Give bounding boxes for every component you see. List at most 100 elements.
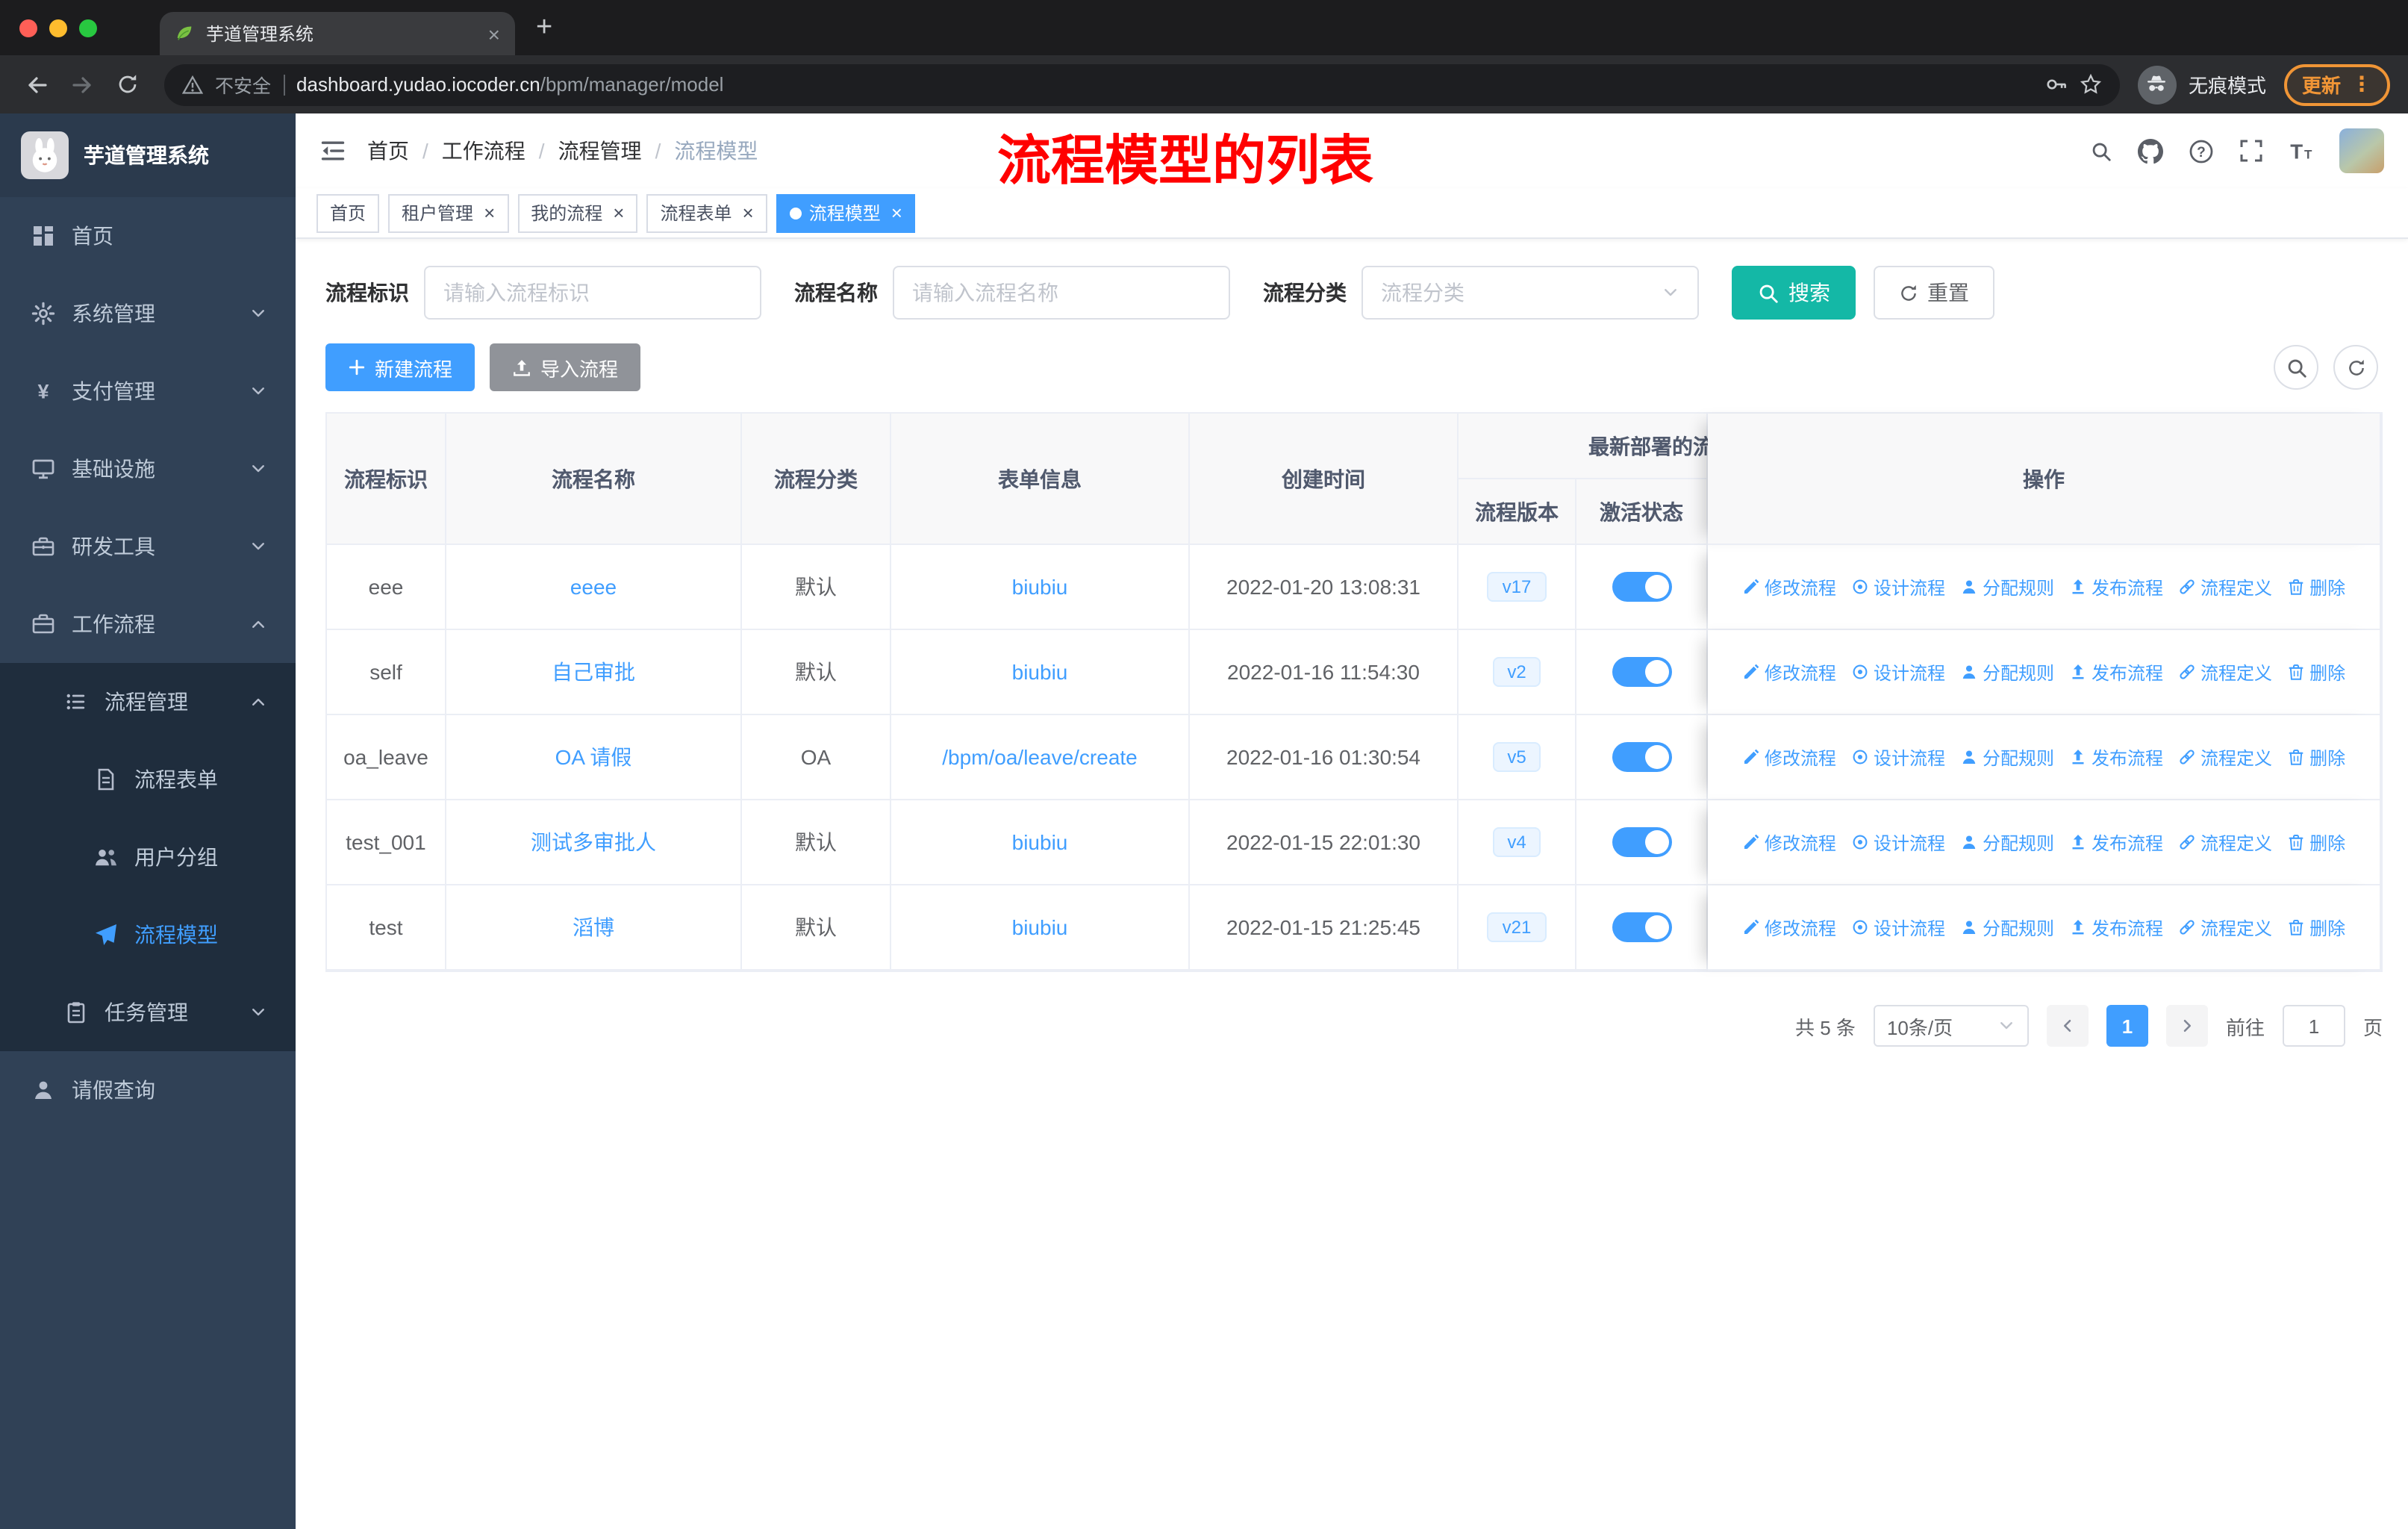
tab-close-icon[interactable]: ×	[488, 22, 500, 46]
update-button[interactable]: 更新 ⋮	[2283, 63, 2390, 105]
url-text[interactable]: dashboard.yudao.iocoder.cn/bpm/manager/m…	[296, 73, 2033, 96]
breadcrumb-item[interactable]: 工作流程	[442, 136, 525, 166]
active-toggle[interactable]	[1612, 572, 1671, 602]
tag-close-icon[interactable]: ×	[613, 202, 624, 224]
action-assign-rule[interactable]: 分配规则	[1960, 659, 2054, 685]
tag-process-model[interactable]: 流程模型 ×	[776, 193, 916, 232]
create-process-button[interactable]: 新建流程	[325, 343, 475, 391]
forward-button[interactable]	[63, 65, 102, 104]
process-name-link[interactable]: OA 请假	[555, 742, 632, 772]
action-assign-rule[interactable]: 分配规则	[1960, 915, 2054, 940]
action-modify[interactable]: 修改流程	[1742, 829, 1836, 855]
action-assign-rule[interactable]: 分配规则	[1960, 574, 2054, 600]
reset-button[interactable]: 重置	[1874, 266, 1994, 320]
version-badge[interactable]: v21	[1487, 912, 1547, 942]
sidebar-item-devtools[interactable]: 研发工具	[0, 508, 296, 585]
action-publish[interactable]: 发布流程	[2069, 915, 2163, 940]
action-assign-rule[interactable]: 分配规则	[1960, 829, 2054, 855]
app-logo[interactable]: 芋道管理系统	[0, 113, 296, 197]
sidebar-item-user-group[interactable]: 用户分组	[0, 818, 296, 896]
process-key-input[interactable]	[424, 266, 761, 320]
window-close-button[interactable]	[19, 19, 37, 37]
action-definition[interactable]: 流程定义	[2178, 574, 2272, 600]
tag-home[interactable]: 首页	[316, 193, 380, 232]
window-minimize-button[interactable]	[49, 19, 67, 37]
action-definition[interactable]: 流程定义	[2178, 915, 2272, 940]
process-name-link[interactable]: 自己审批	[552, 657, 635, 687]
action-modify[interactable]: 修改流程	[1742, 659, 1836, 685]
sidebar-item-process-model[interactable]: 流程模型	[0, 896, 296, 974]
page-size-select[interactable]: 10条/页	[1873, 1005, 2029, 1047]
new-tab-button[interactable]: +	[536, 11, 552, 44]
action-definition[interactable]: 流程定义	[2178, 744, 2272, 770]
sidebar-item-task-management[interactable]: 任务管理	[0, 974, 296, 1051]
sidebar-item-payment[interactable]: ¥ 支付管理	[0, 352, 296, 430]
breadcrumb-item[interactable]: 流程管理	[558, 136, 642, 166]
goto-page-input[interactable]	[2282, 1005, 2345, 1047]
action-definition[interactable]: 流程定义	[2178, 829, 2272, 855]
action-design[interactable]: 设计流程	[1851, 829, 1945, 855]
sidebar-item-infrastructure[interactable]: 基础设施	[0, 430, 296, 508]
version-badge[interactable]: v17	[1487, 572, 1547, 602]
action-delete[interactable]: 删除	[2287, 574, 2345, 600]
tag-close-icon[interactable]: ×	[743, 202, 754, 224]
tag-tenant-management[interactable]: 租户管理 ×	[388, 193, 509, 232]
process-name-link[interactable]: eeee	[570, 575, 617, 599]
form-info-link[interactable]: biubiu	[1012, 830, 1068, 854]
action-delete[interactable]: 删除	[2287, 659, 2345, 685]
search-button[interactable]: 搜索	[1732, 266, 1856, 320]
back-button[interactable]	[18, 65, 57, 104]
form-info-link[interactable]: biubiu	[1012, 575, 1068, 599]
action-design[interactable]: 设计流程	[1851, 915, 1945, 940]
window-zoom-button[interactable]	[79, 19, 97, 37]
page-number-button[interactable]: 1	[2106, 1005, 2148, 1047]
import-process-button[interactable]: 导入流程	[490, 343, 641, 391]
search-icon[interactable]	[2090, 140, 2112, 162]
toggle-search-button[interactable]	[2274, 345, 2318, 390]
form-info-link[interactable]: biubiu	[1012, 660, 1068, 684]
active-toggle[interactable]	[1612, 742, 1671, 772]
user-avatar[interactable]	[2339, 128, 2384, 173]
refresh-table-button[interactable]	[2333, 345, 2378, 390]
action-delete[interactable]: 删除	[2287, 915, 2345, 940]
action-publish[interactable]: 发布流程	[2069, 659, 2163, 685]
sidebar-item-system[interactable]: 系统管理	[0, 275, 296, 352]
sidebar-item-home[interactable]: 首页	[0, 197, 296, 275]
tag-my-process[interactable]: 我的流程 ×	[517, 193, 638, 232]
action-delete[interactable]: 删除	[2287, 829, 2345, 855]
action-publish[interactable]: 发布流程	[2069, 829, 2163, 855]
prev-page-button[interactable]	[2046, 1005, 2089, 1047]
action-modify[interactable]: 修改流程	[1742, 744, 1836, 770]
form-info-link[interactable]: biubiu	[1012, 915, 1068, 939]
key-icon[interactable]	[2045, 73, 2068, 96]
action-publish[interactable]: 发布流程	[2069, 744, 2163, 770]
process-name-input[interactable]	[893, 266, 1230, 320]
action-delete[interactable]: 删除	[2287, 744, 2345, 770]
process-name-link[interactable]: 测试多审批人	[531, 827, 656, 857]
action-modify[interactable]: 修改流程	[1742, 574, 1836, 600]
version-badge[interactable]: v5	[1492, 742, 1541, 772]
breadcrumb-item[interactable]: 流程模型	[674, 136, 758, 166]
action-design[interactable]: 设计流程	[1851, 744, 1945, 770]
sidebar-item-leave-query[interactable]: 请假查询	[0, 1051, 296, 1129]
action-assign-rule[interactable]: 分配规则	[1960, 744, 2054, 770]
sidebar-item-process-form[interactable]: 流程表单	[0, 741, 296, 818]
sidebar-toggle-icon[interactable]	[319, 137, 346, 164]
browser-tab[interactable]: 芋道管理系统 ×	[160, 12, 515, 55]
github-icon[interactable]	[2138, 138, 2163, 164]
process-name-link[interactable]: 滔博	[573, 912, 614, 942]
fullscreen-icon[interactable]	[2239, 139, 2263, 163]
action-modify[interactable]: 修改流程	[1742, 915, 1836, 940]
help-icon[interactable]: ?	[2189, 138, 2214, 164]
bookmark-star-icon[interactable]	[2080, 73, 2102, 96]
tag-close-icon[interactable]: ×	[484, 202, 495, 224]
font-size-icon[interactable]: TT	[2289, 138, 2314, 164]
reload-button[interactable]	[107, 65, 146, 104]
active-toggle[interactable]	[1612, 827, 1671, 857]
breadcrumb-item[interactable]: 首页	[367, 136, 409, 166]
action-definition[interactable]: 流程定义	[2178, 659, 2272, 685]
sidebar-item-workflow[interactable]: 工作流程	[0, 585, 296, 663]
action-publish[interactable]: 发布流程	[2069, 574, 2163, 600]
security-label[interactable]: 不安全	[215, 70, 271, 99]
tag-close-icon[interactable]: ×	[891, 202, 902, 224]
